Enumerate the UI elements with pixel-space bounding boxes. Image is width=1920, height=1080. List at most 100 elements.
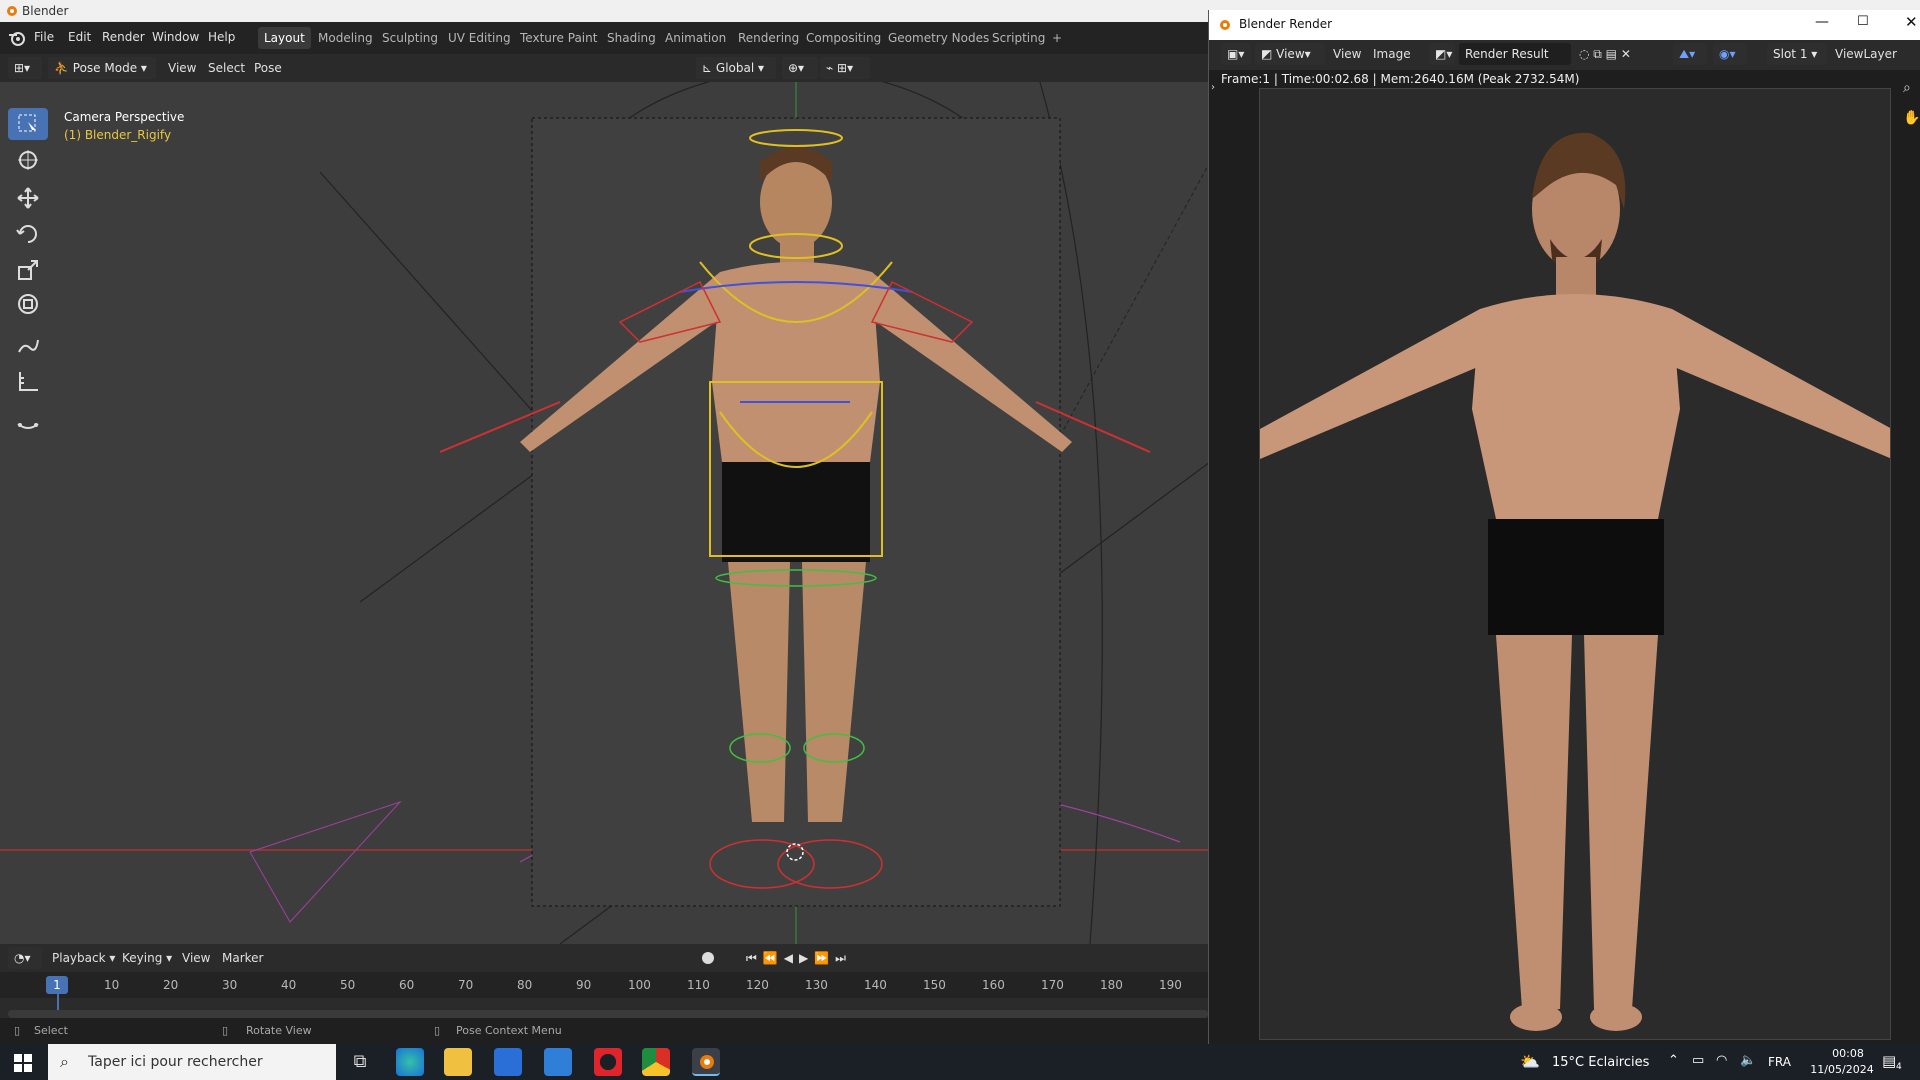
slot-dropdown[interactable]: Slot 1 ▾ — [1767, 43, 1827, 65]
viewport-menu-pose[interactable]: Pose — [254, 61, 282, 75]
menu-help[interactable]: Help — [208, 30, 235, 44]
tab-modeling[interactable]: Modeling — [312, 27, 379, 49]
rendered-figure — [1260, 89, 1890, 1039]
edge-browser-icon[interactable] — [396, 1048, 424, 1076]
image-menu-image[interactable]: Image — [1373, 47, 1411, 61]
tab-geometry-nodes[interactable]: Geometry Nodes — [882, 27, 995, 49]
image-editor-type-dropdown[interactable]: ▣▾ — [1221, 43, 1251, 65]
mail-icon[interactable] — [544, 1048, 572, 1076]
menu-file[interactable]: File — [34, 30, 54, 44]
ruler-tick: 140 — [864, 978, 887, 992]
tab-sculpting[interactable]: Sculpting — [376, 27, 444, 49]
network-icon[interactable]: ◠ — [1716, 1053, 1727, 1068]
snap-toggle[interactable]: ⌁ ⊞▾ — [820, 57, 870, 79]
maximize-button[interactable]: ☐ — [1857, 14, 1869, 29]
sidebar-toggle-arrow[interactable]: › — [1211, 82, 1215, 93]
view-layer-label[interactable]: ViewLayer — [1835, 47, 1897, 61]
menu-edit[interactable]: Edit — [68, 30, 91, 44]
weather-text[interactable]: 15°C Eclaircies — [1552, 1055, 1649, 1070]
close-button[interactable]: ✕ — [1905, 13, 1918, 31]
pivot-dropdown[interactable]: ⊕▾ — [782, 57, 818, 79]
image-menu-view[interactable]: View — [1333, 47, 1361, 61]
timeline-editor-type-dropdown[interactable]: ◔▾ — [8, 947, 42, 969]
annotate-tool[interactable] — [8, 330, 48, 362]
record-button[interactable] — [702, 952, 714, 964]
task-view-icon[interactable]: ⧉ — [346, 1048, 374, 1076]
ruler-tick: 10 — [104, 978, 120, 992]
viewport-scene — [0, 82, 1210, 944]
tab-animation[interactable]: Animation — [659, 27, 732, 49]
image-browse-button[interactable]: ◩▾ — [1429, 43, 1455, 65]
scale-tool[interactable] — [8, 254, 48, 286]
ruler-tick: 50 — [340, 978, 356, 992]
move-tool[interactable] — [8, 182, 48, 214]
ruler-tick: 30 — [222, 978, 238, 992]
3d-viewport[interactable]: Camera Perspective (1) Blender_Rigify — [0, 82, 1210, 944]
render-result-image[interactable] — [1259, 88, 1891, 1040]
tab-rendering[interactable]: Rendering — [732, 27, 805, 49]
clock-date[interactable]: 11/05/2024 — [1806, 1063, 1878, 1076]
windows-start-icon[interactable] — [14, 1054, 32, 1072]
image-datablock-icons[interactable]: ◌ ⧉ ▤ ✕ — [1579, 47, 1631, 62]
timeline-scrollbar[interactable] — [8, 1010, 1208, 1018]
viewport-menu-select[interactable]: Select — [208, 61, 245, 75]
blender-taskbar-icon[interactable] — [692, 1048, 720, 1076]
cursor-tool[interactable] — [8, 144, 48, 176]
menu-render[interactable]: Render — [102, 30, 145, 44]
tab-scripting[interactable]: Scripting — [986, 27, 1051, 49]
menu-window[interactable]: Window — [152, 30, 199, 44]
minimize-button[interactable]: — — [1815, 14, 1829, 30]
transform-tool[interactable] — [8, 288, 48, 320]
store-icon[interactable] — [494, 1048, 522, 1076]
notification-icon[interactable]: ▤ — [1882, 1052, 1896, 1070]
timeline-menu-marker[interactable]: Marker — [222, 951, 263, 965]
mode-dropdown[interactable]: ⛹ Pose Mode ▾ — [48, 57, 156, 79]
tab-layout[interactable]: Layout — [258, 27, 311, 49]
add-workspace-button[interactable]: + — [1046, 27, 1068, 49]
zoom-icon[interactable]: ⌕ — [1903, 80, 1911, 96]
tab-texture-paint[interactable]: Texture Paint — [514, 27, 603, 49]
overlay-dropdown[interactable]: ◉▾ — [1713, 43, 1747, 65]
ruler-tick: 190 — [1159, 978, 1182, 992]
language-indicator[interactable]: FRA — [1768, 1055, 1791, 1069]
search-icon: ⌕ — [60, 1052, 69, 1071]
display-mode-dropdown[interactable]: ⛰▾ — [1673, 43, 1707, 65]
timeline-header: ◔▾ Playback ▾ Keying ▾ View Marker ⏮⏪◀▶⏩… — [0, 944, 1210, 972]
opera-icon[interactable] — [594, 1048, 622, 1076]
taskbar-search-box[interactable]: ⌕ Taper ici pour rechercher — [48, 1044, 336, 1080]
timeline-menu-keying[interactable]: Keying ▾ — [122, 951, 172, 965]
select-box-tool[interactable] — [8, 108, 48, 140]
clock-time[interactable]: 00:08 — [1818, 1047, 1878, 1060]
render-window: Blender Render — ☐ ✕ ▣▾ ◩ View▾ View Ima… — [1208, 10, 1920, 1044]
tab-uv-editing[interactable]: UV Editing — [442, 27, 517, 49]
meet-now-icon[interactable]: ▭ — [1692, 1053, 1704, 1068]
transform-orientation-dropdown[interactable]: ⊾ Global ▾ — [696, 57, 776, 79]
playback-controls[interactable]: ⏮⏪◀▶⏩⏭ — [746, 951, 852, 966]
bone-tool[interactable] — [8, 408, 48, 440]
pan-hand-icon[interactable]: ✋ — [1903, 110, 1920, 126]
orientation-label: Global — [715, 61, 755, 75]
timeline-ruler[interactable]: 1 10 20 30 40 50 60 70 80 90 100 110 120… — [0, 972, 1210, 998]
tab-compositing[interactable]: Compositing — [800, 27, 887, 49]
ruler-tick: 80 — [517, 978, 533, 992]
rotate-tool[interactable] — [8, 218, 48, 250]
ruler-tick: 60 — [399, 978, 415, 992]
image-name-field[interactable]: Render Result — [1459, 43, 1571, 65]
ruler-tick: 100 — [628, 978, 651, 992]
timeline-menu-playback[interactable]: Playback ▾ — [52, 951, 115, 965]
render-info-text: Frame:1 | Time:00:02.68 | Mem:2640.16M (… — [1221, 72, 1580, 86]
weather-icon[interactable]: ⛅ — [1520, 1052, 1540, 1071]
blender-menu-icon[interactable] — [8, 30, 26, 46]
image-view-mode-dropdown[interactable]: ◩ View▾ — [1255, 43, 1325, 65]
viewport-menu-view[interactable]: View — [168, 61, 196, 75]
timeline-menu-view[interactable]: View — [182, 951, 210, 965]
tray-chevron-icon[interactable]: ⌃ — [1668, 1053, 1679, 1068]
chrome-icon[interactable] — [642, 1048, 670, 1076]
file-explorer-icon[interactable] — [444, 1048, 472, 1076]
measure-tool[interactable] — [8, 366, 48, 398]
tab-shading[interactable]: Shading — [601, 27, 662, 49]
ruler-tick: 20 — [163, 978, 179, 992]
editor-type-dropdown[interactable]: ⊞▾ — [8, 57, 42, 79]
blender-logo-icon — [7, 6, 17, 16]
volume-icon[interactable]: 🔈 — [1740, 1053, 1756, 1068]
